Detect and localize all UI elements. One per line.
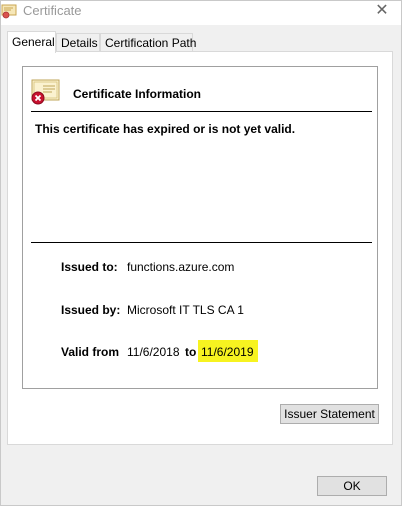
divider	[31, 111, 372, 112]
tab-certification-path[interactable]: Certification Path	[100, 33, 196, 51]
info-title: Certificate Information	[73, 87, 202, 101]
valid-from-value: 11/6/2018	[127, 345, 180, 359]
close-button[interactable]: ✕	[371, 1, 393, 21]
to-label: to	[185, 345, 197, 359]
status-message: This certificate has expired or is not y…	[35, 122, 296, 136]
certificate-icon	[1, 4, 17, 19]
title-bar[interactable]: Certificate ✕	[1, 1, 401, 25]
issued-by-label: Issued by:	[61, 303, 121, 317]
general-tab-panel: Certificate Information This certificate…	[7, 51, 393, 445]
certificate-window: Certificate ✕ General Details Certificat…	[0, 0, 402, 506]
certificate-error-icon	[31, 79, 60, 105]
issued-by-value: Microsoft IT TLS CA 1	[127, 303, 244, 317]
issued-to-value: functions.azure.com	[127, 260, 235, 274]
divider	[31, 242, 372, 243]
issuer-statement-button[interactable]: Issuer Statement	[280, 404, 379, 424]
ok-button[interactable]: OK	[317, 476, 387, 496]
certificate-info-box: Certificate Information This certificate…	[22, 66, 378, 389]
tab-general[interactable]: General	[7, 31, 56, 53]
valid-to-value: 11/6/2019	[198, 340, 258, 362]
issued-to-label: Issued to:	[61, 260, 118, 274]
tab-details[interactable]: Details	[56, 33, 100, 51]
window-title: Certificate	[23, 3, 82, 18]
valid-from-label: Valid from	[61, 345, 120, 359]
